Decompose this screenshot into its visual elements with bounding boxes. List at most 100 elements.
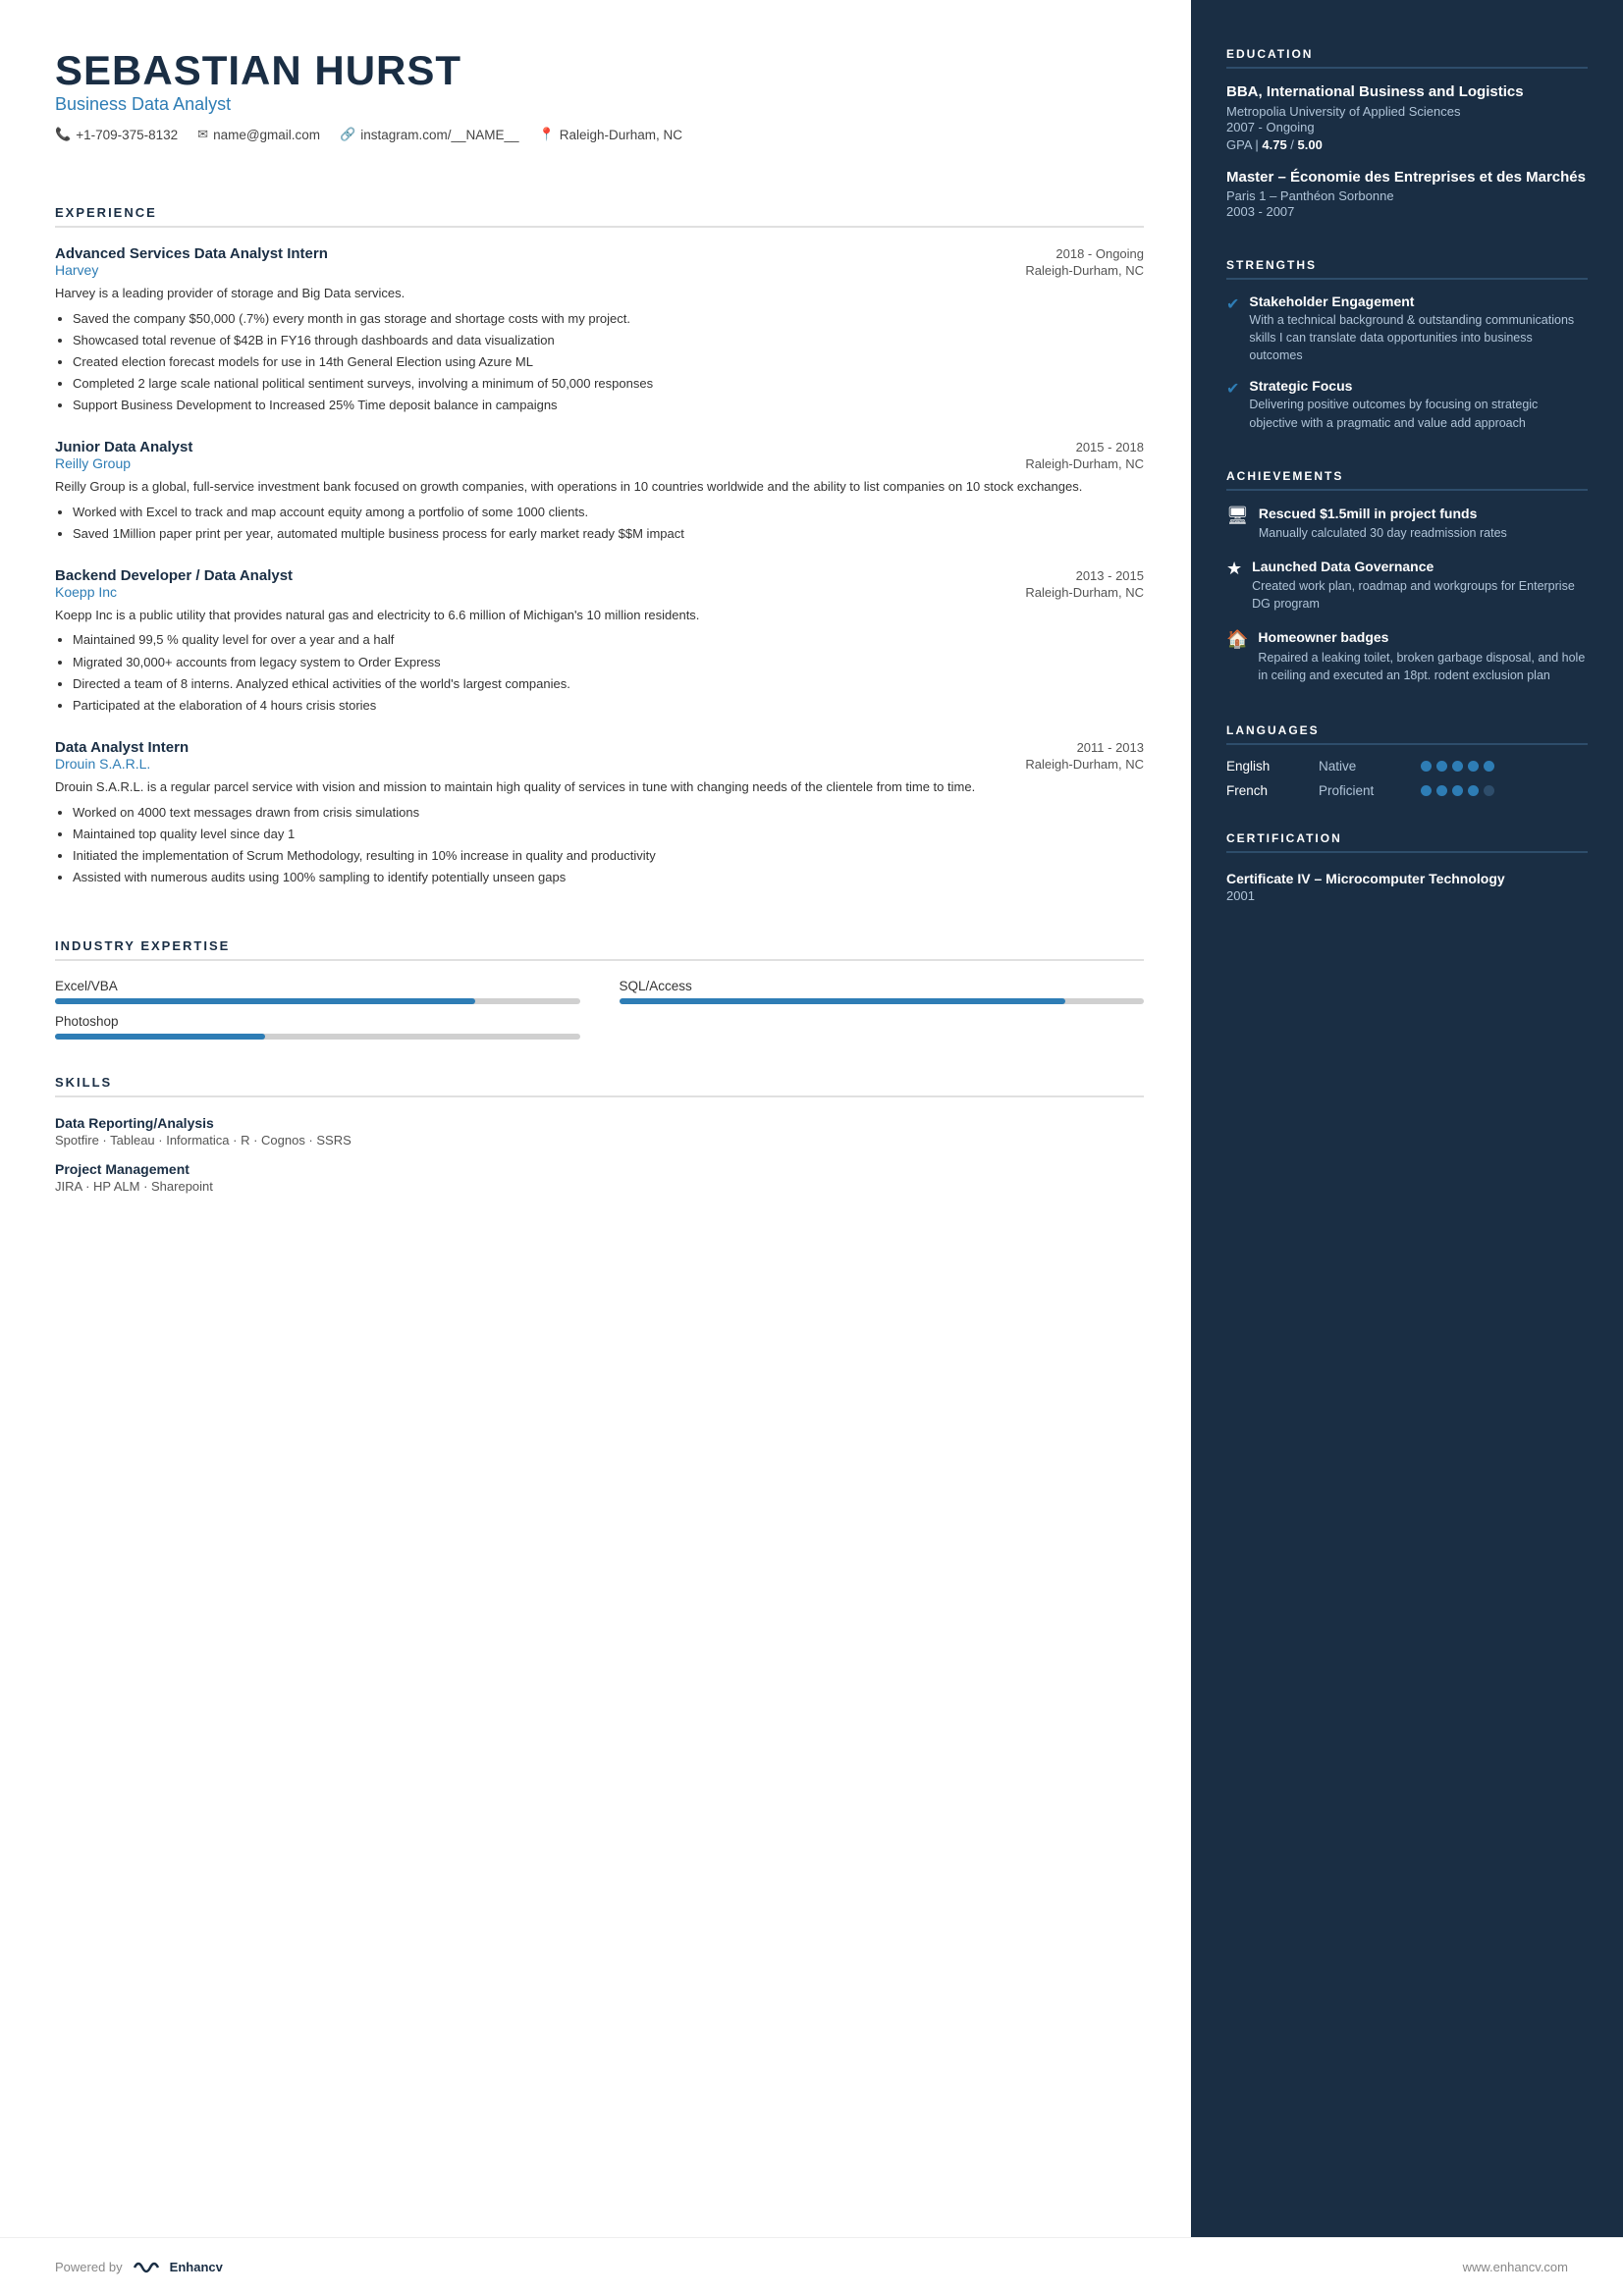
contact-location: 📍 Raleigh-Durham, NC [539, 127, 682, 142]
exp-company-2: Reilly Group [55, 455, 131, 471]
right-column: EDUCATION BBA, International Business an… [1191, 0, 1623, 2237]
lang-level-english: Native [1319, 759, 1417, 774]
check-icon-1: ✔ [1226, 294, 1239, 314]
exp-bullets-3: Maintained 99,5 % quality level for over… [55, 630, 1144, 716]
ach-title-3: Homeowner badges [1258, 628, 1588, 646]
list-item: Worked on 4000 text messages drawn from … [73, 803, 1144, 823]
gpa-value: 4.75 [1262, 137, 1286, 152]
exp-desc-2: Reilly Group is a global, full-service i… [55, 477, 1144, 497]
exp-location-3: Raleigh-Durham, NC [1025, 585, 1144, 600]
industry-skill-bars: Excel/VBA SQL/Access Photoshop [55, 979, 1144, 1040]
skill-label-excel: Excel/VBA [55, 979, 580, 993]
skill-bar-sql: SQL/Access [620, 979, 1145, 1004]
instagram-icon: 🔗 [340, 127, 355, 142]
skill-group-title-0: Data Reporting/Analysis [55, 1115, 1144, 1131]
dot [1421, 785, 1432, 796]
phone-icon: 📞 [55, 127, 71, 142]
exp-title-4: Data Analyst Intern [55, 739, 189, 756]
exp-title-2: Junior Data Analyst [55, 439, 192, 455]
strength-title-2: Strategic Focus [1249, 378, 1588, 394]
edu-block-1: BBA, International Business and Logistic… [1226, 82, 1588, 152]
list-item: Directed a team of 8 interns. Analyzed e… [73, 674, 1144, 694]
skills-section-title: SKILLS [55, 1075, 1144, 1097]
exp-bullets-4: Worked on 4000 text messages drawn from … [55, 803, 1144, 888]
exp-block-2: Junior Data Analyst 2015 - 2018 Reilly G… [55, 439, 1144, 546]
ach-title-2: Launched Data Governance [1252, 558, 1588, 575]
exp-desc-4: Drouin S.A.R.L. is a regular parcel serv… [55, 777, 1144, 797]
lang-name-french: French [1226, 783, 1315, 798]
achievement-block-1: 🖥 Rescued $1.5mill in project funds Manu… [1226, 505, 1588, 542]
exp-location-4: Raleigh-Durham, NC [1025, 757, 1144, 772]
cert-title: Certificate IV – Microcomputer Technolog… [1226, 871, 1588, 886]
exp-location-2: Raleigh-Durham, NC [1025, 456, 1144, 471]
bar-track-photoshop [55, 1034, 580, 1040]
edu-school-2: Paris 1 – Panthéon Sorbonne [1226, 188, 1588, 203]
left-column: SEBASTIAN HURST Business Data Analyst 📞 … [0, 0, 1191, 2237]
dot [1452, 785, 1463, 796]
skill-group-pm: Project Management JIRA · HP ALM · Share… [55, 1161, 1144, 1194]
experience-section-title: EXPERIENCE [55, 205, 1144, 228]
ach-icon-2: ★ [1226, 559, 1242, 579]
contact-instagram: 🔗 instagram.com/__NAME__ [340, 127, 519, 142]
exp-block-4: Data Analyst Intern 2011 - 2013 Drouin S… [55, 739, 1144, 889]
exp-desc-3: Koepp Inc is a public utility that provi… [55, 606, 1144, 625]
cert-block: Certificate IV – Microcomputer Technolog… [1226, 871, 1588, 903]
exp-date-4: 2011 - 2013 [1077, 740, 1144, 755]
footer-url: www.enhancv.com [1463, 2260, 1568, 2274]
list-item: Completed 2 large scale national politic… [73, 374, 1144, 394]
bar-fill-photoshop [55, 1034, 265, 1040]
location-icon: 📍 [539, 127, 555, 142]
edu-years-1: 2007 - Ongoing [1226, 120, 1588, 134]
list-item: Showcased total revenue of $42B in FY16 … [73, 331, 1144, 350]
list-item: Migrated 30,000+ accounts from legacy sy… [73, 653, 1144, 672]
list-item: Initiated the implementation of Scrum Me… [73, 846, 1144, 866]
list-item: Maintained top quality level since day 1 [73, 825, 1144, 844]
lang-name-english: English [1226, 759, 1315, 774]
bar-fill-sql [620, 998, 1065, 1004]
education-section-title: EDUCATION [1226, 47, 1588, 69]
footer-brand: Powered by Enhancv [55, 2258, 223, 2277]
contact-phone: 📞 +1-709-375-8132 [55, 127, 178, 142]
list-item: Worked with Excel to track and map accou… [73, 503, 1144, 522]
ach-desc-1: Manually calculated 30 day readmission r… [1259, 524, 1507, 542]
dot [1421, 761, 1432, 772]
strength-desc-1: With a technical background & outstandin… [1249, 311, 1588, 364]
edu-degree-2: Master – Économie des Entreprises et des… [1226, 168, 1588, 187]
languages-section-title: LANGUAGES [1226, 723, 1588, 745]
ach-icon-1: 🖥 [1226, 506, 1249, 526]
skill-bar-excel: Excel/VBA [55, 979, 580, 1004]
skill-group-reporting: Data Reporting/Analysis Spotfire · Table… [55, 1115, 1144, 1148]
skills-section: Data Reporting/Analysis Spotfire · Table… [55, 1115, 1144, 1207]
skill-label-photoshop: Photoshop [55, 1014, 580, 1029]
exp-block-3: Backend Developer / Data Analyst 2013 - … [55, 567, 1144, 718]
dot [1436, 761, 1447, 772]
contact-email: ✉ name@gmail.com [197, 127, 320, 142]
exp-date-2: 2015 - 2018 [1076, 440, 1144, 454]
list-item: Participated at the elaboration of 4 hou… [73, 696, 1144, 716]
dot [1468, 785, 1479, 796]
exp-desc-1: Harvey is a leading provider of storage … [55, 284, 1144, 303]
footer: Powered by Enhancv www.enhancv.com [0, 2237, 1623, 2296]
lang-row-english: English Native [1226, 759, 1588, 774]
industry-section-title: INDUSTRY EXPERTISE [55, 938, 1144, 961]
ach-desc-3: Repaired a leaking toilet, broken garbag… [1258, 649, 1588, 684]
list-item: Created election forecast models for use… [73, 352, 1144, 372]
brand-name: Enhancv [170, 2260, 223, 2274]
exp-date-1: 2018 - Ongoing [1055, 246, 1144, 261]
ach-desc-2: Created work plan, roadmap and workgroup… [1252, 577, 1588, 613]
skill-label-sql: SQL/Access [620, 979, 1145, 993]
list-item: Saved 1Million paper print per year, aut… [73, 524, 1144, 544]
dot [1468, 761, 1479, 772]
strength-block-1: ✔ Stakeholder Engagement With a technica… [1226, 294, 1588, 364]
lang-row-french: French Proficient [1226, 783, 1588, 798]
candidate-name: SEBASTIAN HURST [55, 47, 1144, 94]
skill-bar-photoshop: Photoshop [55, 1014, 580, 1040]
edu-block-2: Master – Économie des Entreprises et des… [1226, 168, 1588, 220]
lang-dots-english [1421, 761, 1494, 772]
exp-bullets-2: Worked with Excel to track and map accou… [55, 503, 1144, 544]
strengths-section-title: STRENGTHS [1226, 258, 1588, 280]
email-icon: ✉ [197, 127, 208, 142]
edu-degree-1: BBA, International Business and Logistic… [1226, 82, 1588, 102]
exp-title-3: Backend Developer / Data Analyst [55, 567, 293, 584]
exp-block-1: Advanced Services Data Analyst Intern 20… [55, 245, 1144, 417]
